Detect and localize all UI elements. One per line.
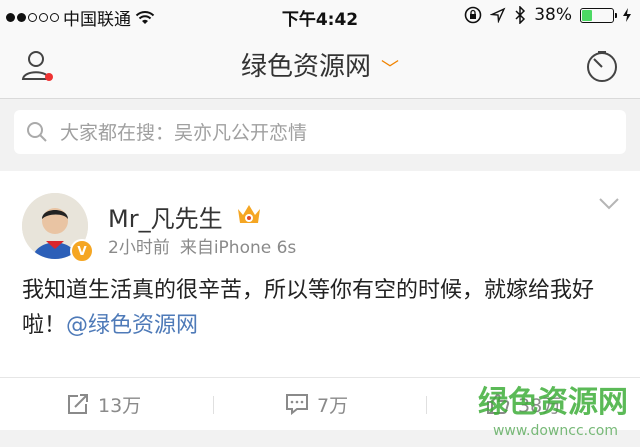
repost-button[interactable]: 13万 <box>66 378 141 430</box>
charging-icon <box>623 8 631 22</box>
comment-button[interactable]: 7万 <box>285 378 348 430</box>
repost-count: 13万 <box>98 394 142 417</box>
bluetooth-icon <box>515 6 526 24</box>
mention-link[interactable]: @绿色资源网 <box>66 313 198 338</box>
post-author[interactable]: Mr_凡先生 <box>108 199 223 234</box>
repost-icon <box>68 394 88 414</box>
comment-count: 7万 <box>317 394 349 417</box>
verified-badge-icon: V <box>70 239 94 263</box>
search-input[interactable] <box>58 116 612 150</box>
status-right: 38% <box>464 5 632 25</box>
chevron-down-icon[interactable] <box>598 197 620 211</box>
post-meta: 2小时前 来自iPhone 6s <box>108 233 296 258</box>
vip-crown-icon <box>238 205 260 223</box>
search-bar[interactable] <box>14 110 626 154</box>
location-icon <box>490 7 506 23</box>
post-text: 我知道生活真的很辛苦，所以等你有空的时候，就嫁给我好啦！@绿色资源网 <box>22 273 622 343</box>
watermark-logo: 绿色资源网 <box>478 385 628 420</box>
battery-icon <box>580 7 617 23</box>
watermark-url: www.downcc.com <box>492 423 618 439</box>
battery-percent: 38% <box>534 5 572 25</box>
action-separator <box>213 396 214 414</box>
battery-level <box>582 9 593 21</box>
nav-title: 绿色资源网 <box>240 52 371 82</box>
radar-timer-icon[interactable] <box>584 48 620 84</box>
status-bar: 中国联通 下午4:42 38% <box>0 0 640 32</box>
nav-title-dropdown[interactable]: 绿色资源网 ﹀ <box>0 46 640 83</box>
search-icon <box>27 122 47 142</box>
nav-bar: 绿色资源网 ﹀ <box>0 32 640 99</box>
post-time: 2小时前 <box>108 238 170 258</box>
chevron-down-icon: ﹀ <box>381 58 399 80</box>
action-separator <box>426 396 427 414</box>
rotation-lock-icon <box>464 6 482 24</box>
post-source: 来自iPhone 6s <box>179 238 297 258</box>
comment-icon <box>286 394 308 415</box>
